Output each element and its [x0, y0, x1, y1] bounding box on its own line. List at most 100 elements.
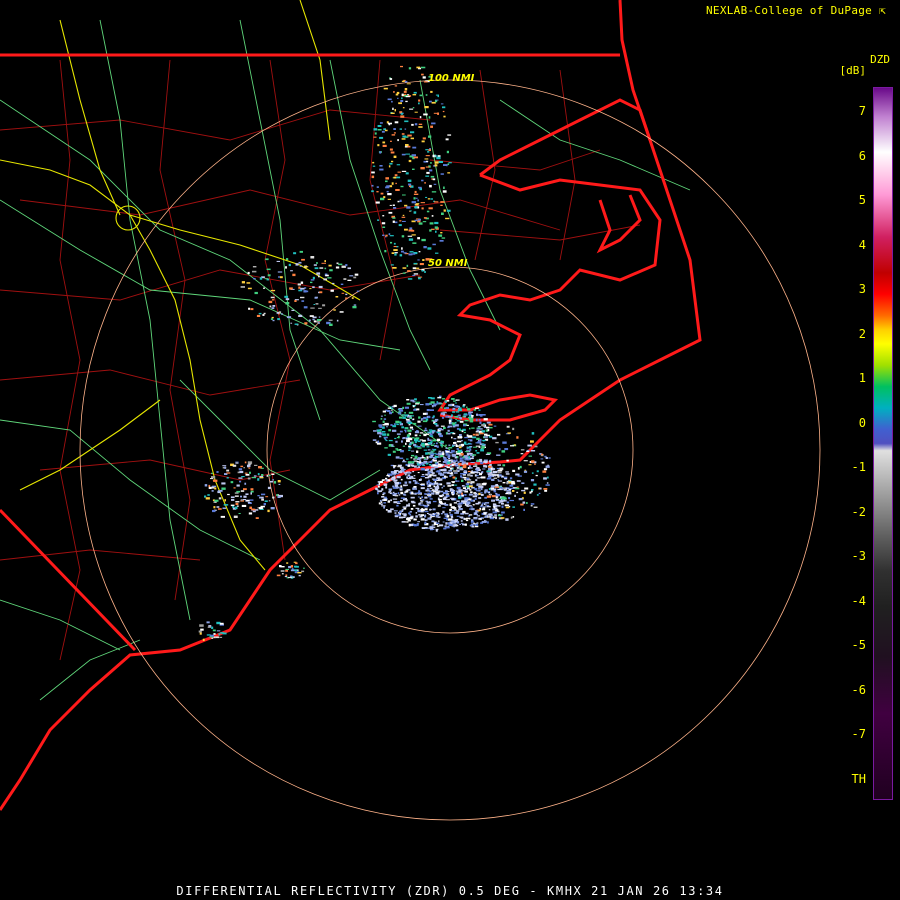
echo-gate — [446, 482, 451, 485]
echo-gate — [394, 85, 398, 87]
echo-gate — [314, 296, 318, 298]
echo-gate — [410, 137, 414, 140]
echo-gate — [444, 400, 447, 403]
echo-gate — [421, 238, 426, 242]
echo-gate — [391, 478, 394, 481]
range-label-50: 50 NMI — [428, 258, 468, 269]
echo-gate — [345, 293, 348, 296]
echo-gate — [530, 479, 535, 482]
legend-tick: 1 — [858, 371, 866, 385]
echo-gate — [213, 479, 218, 482]
echo-gate — [260, 505, 265, 508]
echo-gate — [451, 463, 454, 467]
echo-gate — [428, 432, 431, 434]
echo-gate — [476, 434, 479, 436]
echo-gate — [432, 178, 436, 181]
echo-gate — [433, 403, 438, 406]
echo-gate — [454, 456, 458, 459]
echo-gate — [407, 270, 411, 272]
echo-gate — [447, 172, 451, 174]
echo-gate — [377, 485, 380, 488]
echo-gate — [429, 402, 431, 405]
echo-gate — [219, 622, 224, 625]
echo-gate — [394, 481, 397, 484]
echo-gate — [388, 429, 392, 432]
echo-gate — [438, 402, 442, 404]
echo-gate — [310, 307, 315, 309]
echo-gate — [407, 235, 413, 237]
echo-gate — [536, 470, 539, 473]
echo-gate — [478, 492, 481, 495]
echo-gate — [463, 478, 467, 480]
echo-gate — [384, 250, 387, 253]
echo-gate — [277, 496, 281, 498]
echo-gate — [394, 253, 397, 256]
echo-gate — [465, 517, 470, 520]
echo-gate — [439, 502, 443, 504]
echo-gate — [419, 497, 422, 500]
echo-gate — [429, 222, 434, 225]
echo-gate — [412, 405, 415, 408]
echo-gate — [453, 470, 458, 472]
echo-gate — [411, 234, 416, 236]
echo-gate — [483, 426, 487, 428]
echo-gate — [490, 485, 495, 488]
echo-gate — [449, 497, 453, 499]
echo-gate — [387, 198, 391, 200]
echo-gate — [412, 415, 414, 417]
echo-gate — [418, 186, 422, 189]
echo-gate — [237, 471, 240, 474]
echo-gate — [379, 165, 383, 167]
echo-gate — [288, 576, 293, 579]
echo-gate — [232, 464, 237, 467]
echo-gate — [396, 475, 401, 479]
echo-gate — [207, 494, 210, 496]
echo-gate — [211, 472, 213, 474]
echo-gate — [531, 460, 535, 463]
echo-gate — [379, 426, 383, 428]
echo-gate — [435, 516, 438, 518]
echo-gate — [393, 91, 395, 93]
echo-gate — [210, 478, 213, 480]
echo-gate — [301, 570, 305, 573]
echo-gate — [461, 440, 463, 442]
echo-gate — [437, 94, 439, 98]
echo-gate — [529, 491, 532, 494]
echo-gate — [424, 511, 429, 513]
echo-gate — [463, 473, 466, 475]
color-scale-bar — [873, 87, 893, 800]
echo-gate — [248, 307, 251, 310]
echo-gate — [298, 314, 303, 317]
echo-gate — [263, 312, 266, 315]
echo-gate — [513, 444, 516, 446]
echo-gate — [249, 499, 254, 501]
echo-gate — [448, 469, 453, 472]
echo-gate — [491, 478, 495, 481]
echo-gate — [259, 477, 264, 479]
echo-gate — [442, 452, 445, 455]
echo-gate — [424, 427, 427, 430]
echo-gate — [457, 406, 461, 408]
echo-gate — [236, 490, 241, 493]
echo-gate — [323, 278, 327, 281]
echo-gate — [443, 492, 448, 494]
echo-gate — [420, 419, 423, 421]
echo-gate — [428, 149, 431, 151]
echo-gate — [394, 109, 396, 112]
echo-gate — [429, 456, 432, 459]
echo-gate — [450, 459, 453, 461]
echo-gate — [423, 246, 427, 249]
echo-gate — [244, 482, 247, 485]
echo-gate — [456, 515, 460, 517]
echo-gate — [494, 514, 497, 516]
echo-gate — [523, 508, 525, 511]
echo-gate — [505, 493, 509, 495]
echo-gate — [414, 434, 418, 437]
echo-gate — [402, 214, 405, 216]
echo-gate — [481, 471, 484, 473]
echo-gate — [481, 508, 486, 511]
echo-gate — [458, 407, 462, 409]
echo-gate — [488, 488, 491, 491]
echo-gate — [434, 418, 439, 421]
echo-gate — [416, 458, 421, 460]
